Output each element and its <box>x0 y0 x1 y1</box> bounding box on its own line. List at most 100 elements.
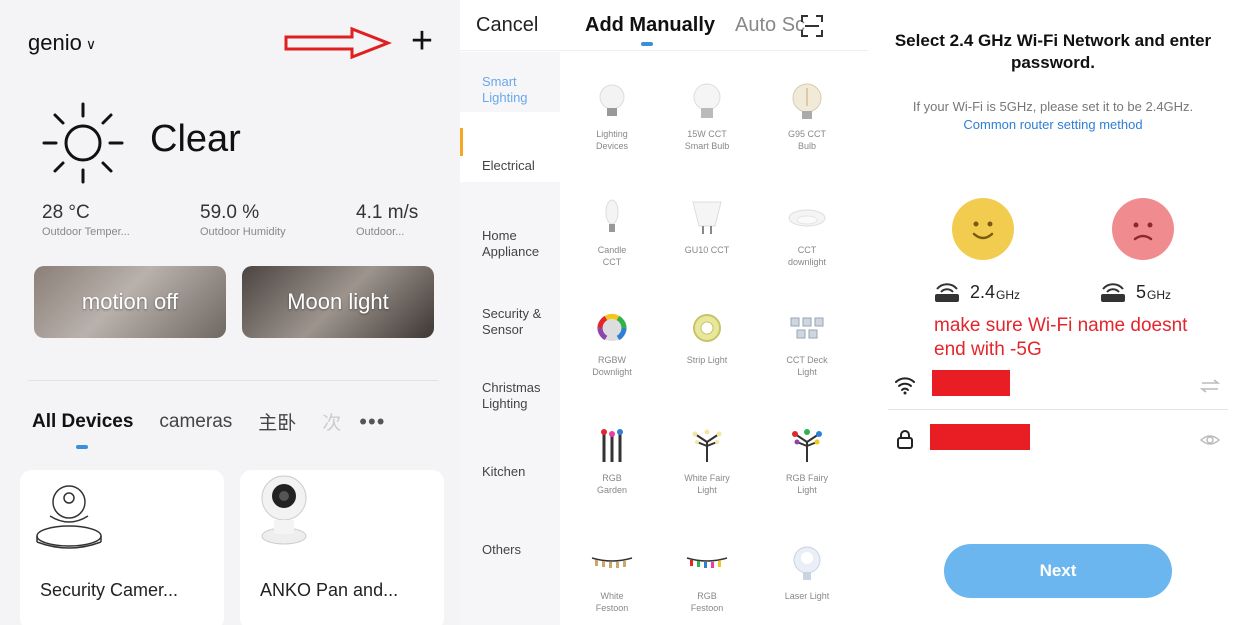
device-white-festoon[interactable]: White Festoon <box>567 542 657 614</box>
redacted-network-name <box>932 370 1010 396</box>
category-home-appliance[interactable]: Home Appliance <box>482 228 560 260</box>
router-icon <box>935 282 959 302</box>
deck-light-icon <box>790 317 824 339</box>
stat-value: 28 °C <box>42 202 90 223</box>
device-label: RGB Fairy Light <box>785 473 828 495</box>
wifi-password-field[interactable] <box>888 418 1228 464</box>
band-5ghz: 5 GHz <box>1098 282 1171 303</box>
weather-condition: Clear <box>150 118 241 160</box>
device-laser-light[interactable]: Laser Light <box>762 542 852 602</box>
home-screen: genio ∨ + Clear 28 °C Outdoor Temper... 5… <box>0 0 460 625</box>
tab-cameras[interactable]: cameras <box>159 411 232 433</box>
selected-category-indicator <box>460 128 463 156</box>
add-device-button[interactable]: + <box>402 22 442 62</box>
sun-icon <box>42 102 124 184</box>
scan-icon[interactable] <box>800 14 824 38</box>
tab-add-manually[interactable]: Add Manually <box>585 14 715 46</box>
device-15w-cct-bulb[interactable]: 15W CCT Smart Bulb <box>662 80 752 152</box>
cancel-button[interactable]: Cancel <box>476 14 538 37</box>
wifi-icon <box>895 377 915 395</box>
category-christmas-lighting[interactable]: Christmas Lighting <box>482 380 560 412</box>
rgbw-downlight-icon <box>597 313 627 341</box>
festoon-icon <box>591 557 633 568</box>
device-label: White Festoon <box>595 591 629 613</box>
band-good-unit: GHz <box>996 288 1021 302</box>
tab-all-devices[interactable]: All Devices <box>32 411 133 449</box>
device-label: RGBW Downlight <box>592 355 632 377</box>
wifi-note: If your Wi-Fi is 5GHz, please set it to … <box>888 98 1218 134</box>
category-electrical[interactable]: Electrical <box>482 158 560 174</box>
router-setting-link[interactable]: Common router setting method <box>963 117 1142 132</box>
category-security-sensor[interactable]: Security & Sensor <box>482 306 560 338</box>
stat-value: 59.0 % <box>200 202 260 223</box>
eye-icon[interactable] <box>1200 430 1220 450</box>
tab-master-bedroom[interactable]: 主卧 <box>258 408 296 435</box>
device-strip-light[interactable]: Strip Light <box>662 306 752 366</box>
strip-light-icon <box>693 314 721 342</box>
divider <box>28 380 438 381</box>
device-name: ANKO Pan and... <box>260 580 399 600</box>
device-white-fairy-light[interactable]: White Fairy Light <box>662 424 752 496</box>
device-rgbw-downlight[interactable]: RGBW Downlight <box>567 306 657 378</box>
rgb-fairy-light-icon <box>792 429 822 462</box>
more-icon[interactable]: ••• <box>359 409 385 435</box>
garden-light-icon <box>601 429 623 462</box>
device-cct-downlight[interactable]: CCT downlight <box>762 196 852 268</box>
device-label: Candle CCT <box>597 245 627 267</box>
wifi-setup-screen: Select 2.4 GHz Wi-Fi Network and enter p… <box>868 0 1233 625</box>
header-divider <box>460 50 868 51</box>
device-label: GU10 CCT <box>684 245 730 255</box>
filament-bulb-icon <box>792 83 822 119</box>
stat-label: Outdoor... <box>356 226 405 238</box>
device-gu10-cct[interactable]: GU10 CCT <box>662 196 752 256</box>
scene-moon-light[interactable]: Moon light <box>242 266 434 338</box>
bulb-icon <box>693 83 721 118</box>
pan-camera-icon <box>261 475 307 545</box>
device-name: Security Camer... <box>40 580 179 600</box>
home-selector[interactable]: genio ∨ <box>28 30 96 56</box>
device-label: 15W CCT Smart Bulb <box>684 129 730 151</box>
chevron-down-icon: ∨ <box>85 35 97 52</box>
device-label: RGB Festoon <box>690 591 724 613</box>
router-icon <box>1101 282 1125 302</box>
device-rgb-fairy-light[interactable]: RGB Fairy Light <box>762 424 852 496</box>
lock-icon <box>897 430 913 449</box>
stat-humidity: 59.0 % Outdoor Humidity <box>200 202 286 238</box>
device-cct-deck-light[interactable]: CCT Deck Light <box>762 306 852 378</box>
next-button[interactable]: Next <box>944 544 1172 598</box>
device-rgb-garden[interactable]: RGB Garden <box>567 424 657 496</box>
category-smart-lighting[interactable]: Smart Lighting <box>482 74 560 106</box>
device-label: RGB Garden <box>596 473 628 495</box>
device-card-anko-camera[interactable]: ANKO Pan and... <box>240 470 444 625</box>
sad-face-icon <box>1112 198 1174 260</box>
category-kitchen[interactable]: Kitchen <box>482 464 560 480</box>
switch-network-icon[interactable] <box>1200 376 1220 396</box>
scene-motion-off[interactable]: motion off <box>34 266 226 338</box>
device-lighting-devices[interactable]: Lighting Devices <box>567 80 657 152</box>
device-label: Lighting Devices <box>595 129 628 151</box>
band-bad-unit: GHz <box>1147 288 1172 302</box>
device-label: Strip Light <box>686 355 728 365</box>
device-rgb-festoon[interactable]: RGB Festoon <box>662 542 752 614</box>
band-24ghz: 2.4 GHz <box>932 282 1020 303</box>
wifi-title: Select 2.4 GHz Wi-Fi Network and enter p… <box>894 31 1212 72</box>
dome-camera-icon <box>36 485 102 549</box>
device-card-security-camera[interactable]: Security Camer... <box>20 470 224 625</box>
stat-value: 4.1 m/s <box>356 202 419 223</box>
laser-light-icon <box>793 546 821 580</box>
fairy-light-icon <box>692 429 722 462</box>
device-candle-cct[interactable]: Candle CCT <box>567 196 657 268</box>
tab-second-bedroom[interactable]: 次 <box>322 408 341 435</box>
device-g95-cct-bulb[interactable]: G95 CCT Bulb <box>762 80 852 152</box>
downlight-icon <box>788 209 826 227</box>
category-others[interactable]: Others <box>482 542 560 558</box>
bulb-icon <box>599 84 625 116</box>
device-label: White Fairy Light <box>684 473 730 495</box>
wifi-name-field[interactable] <box>888 364 1228 410</box>
tab-auto-scan[interactable]: Auto Sc <box>735 14 805 37</box>
stat-label: Outdoor Humidity <box>200 226 286 238</box>
band-bad-value: 5 <box>1136 282 1147 302</box>
rgb-festoon-icon <box>686 557 728 568</box>
spotlight-icon <box>692 201 722 234</box>
warning-annotation: make sure Wi-Fi name doesnt end with -5G <box>934 315 1188 360</box>
